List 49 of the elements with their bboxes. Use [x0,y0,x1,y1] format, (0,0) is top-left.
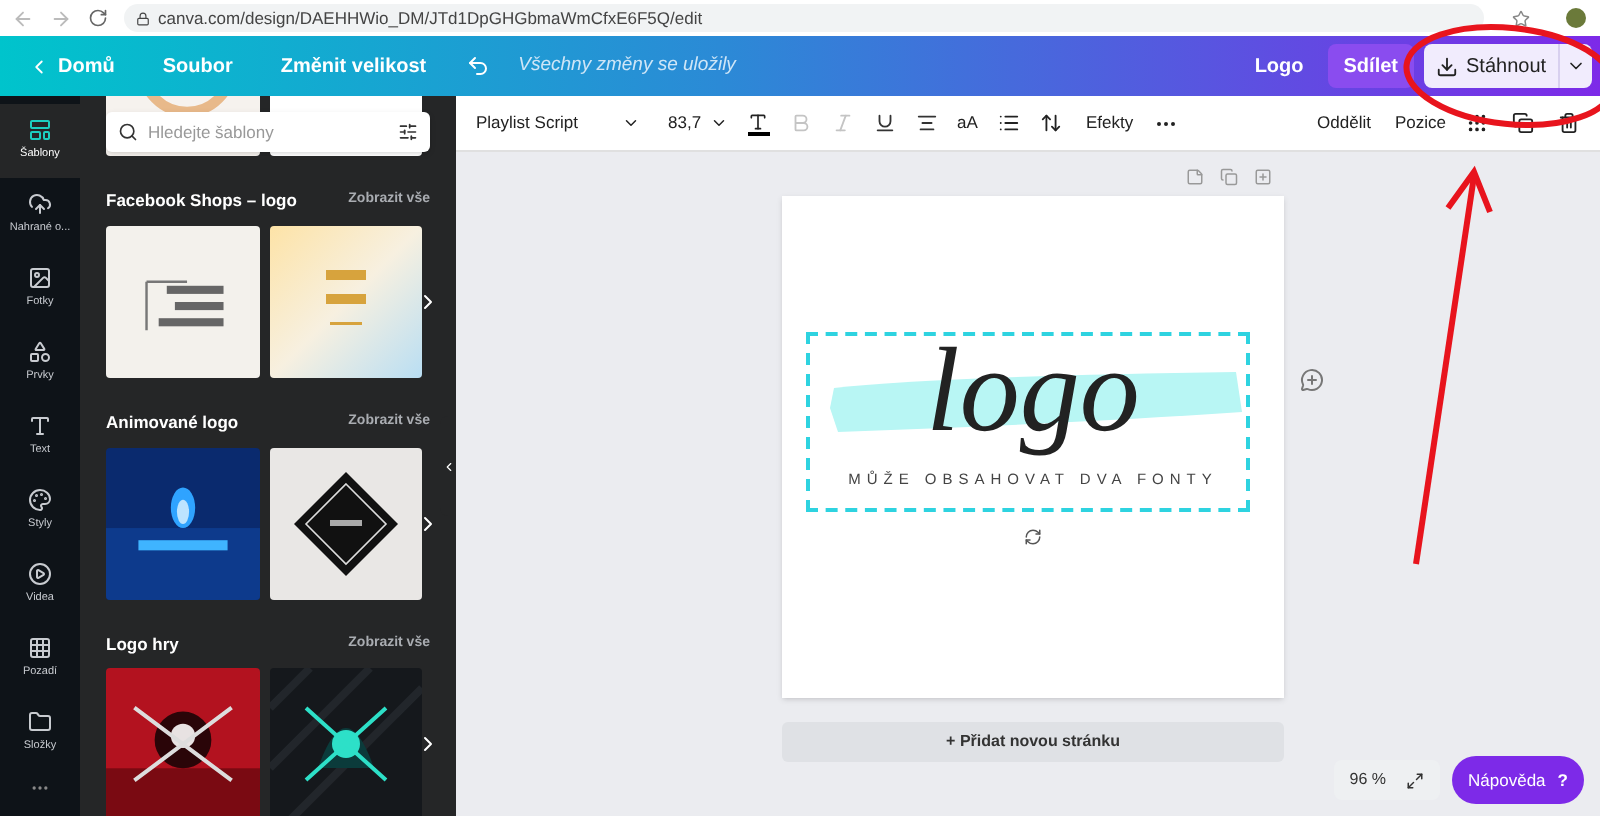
search-field[interactable]: Hledejte šablony [106,112,430,152]
download-icon [1436,55,1458,77]
logo-headline[interactable]: logo [926,328,1140,452]
comment-icon[interactable] [1300,368,1324,392]
filter-icon[interactable] [398,122,418,142]
help-button[interactable]: Nápověda ? [1452,756,1584,804]
align-center-icon[interactable] [915,112,938,134]
caret-icon [709,114,728,132]
play-icon [28,562,52,587]
zoom-control[interactable]: 96 % [1333,760,1441,800]
text-icon [28,414,52,439]
download-button[interactable]: Stáhnout [1424,44,1592,88]
font-size-dropdown[interactable]: 83,7 [668,110,728,136]
profile-avatar[interactable] [1566,8,1586,28]
font-dropdown[interactable]: Playlist Script [476,110,640,136]
position-button[interactable]: Pozice [1394,110,1446,136]
split-button[interactable]: Oddělit [1317,110,1371,136]
effects-button[interactable]: Efekty [1085,110,1134,136]
spacing-icon[interactable] [1039,112,1062,134]
rotate-handle-icon[interactable] [1024,528,1042,546]
add-page-button[interactable]: + Přidat novou stránku [782,722,1284,762]
share-button[interactable]: Sdílet [1327,44,1414,88]
text-color-icon[interactable] [747,111,770,135]
upload-icon [28,192,52,217]
expand-icon [1406,771,1425,789]
search-input[interactable]: Hledejte šablony [148,116,388,148]
duplicate-icon[interactable] [1512,112,1534,134]
template-icon [28,118,52,143]
lock-icon [136,11,150,25]
transparency-icon[interactable] [1466,112,1488,134]
design-title[interactable]: Logo [1254,51,1304,81]
save-status: Všechny změny se uložily [518,51,736,80]
section-title: Facebook Shops – logo [106,188,297,214]
section-title: Animované logo [106,409,239,435]
shapes-icon [28,340,52,365]
trash-icon[interactable] [1558,112,1580,134]
address-bar[interactable]: canva.com/design/DAEHHWio_DM/JTd1DpGHGbmaWmCfxE6F5Q/edit [124,4,1484,32]
reload-icon[interactable] [88,8,108,28]
bookmark-star-icon[interactable] [1512,9,1530,27]
image-icon [28,266,52,291]
folder-icon [28,710,52,735]
pattern-icon [28,636,52,661]
palette-icon [28,488,52,513]
caret-icon [622,114,640,132]
search-icon [118,122,138,142]
underline-icon[interactable] [873,112,896,134]
section-title: Logo hry [106,631,179,657]
letter-case-button[interactable]: aA [957,110,978,136]
undo-icon[interactable] [466,54,491,78]
